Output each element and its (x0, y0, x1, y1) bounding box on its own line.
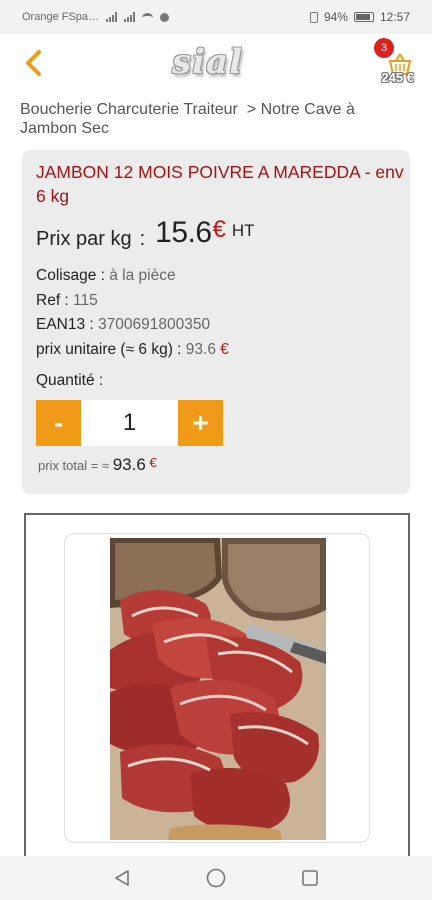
product-title: JAMBON 12 MOIS POIVRE A MAREDDA - env 6 … (36, 162, 404, 206)
unit-price-label: prix unitaire (≈ 6 kg) : (36, 340, 182, 358)
cart-button[interactable]: 3 245 € (368, 38, 414, 90)
detail-label: Ref : (36, 291, 69, 309)
cart-total: 245 € (381, 70, 414, 85)
breadcrumb-item-category[interactable]: Boucherie Charcuterie Traiteur (20, 101, 238, 118)
price-colon: : (139, 228, 146, 250)
vibrate-icon (309, 11, 318, 23)
signal-icon (106, 12, 118, 22)
system-nav-bar (0, 856, 432, 900)
price-currency: € (212, 216, 226, 243)
increment-button[interactable]: + (178, 400, 223, 446)
detail-label: Colisage : (36, 267, 105, 284)
detail-value: 115 (73, 291, 98, 309)
nav-recent-button[interactable] (298, 866, 322, 890)
clock: 12:57 (379, 10, 410, 24)
triangle-back-icon (115, 870, 129, 886)
breadcrumb: Boucherie Charcuterie Traiteur > Notre C… (20, 100, 415, 138)
total-currency: € (149, 455, 157, 470)
wifi-icon (142, 12, 154, 22)
product-screen: Orange FSpa… 94% 12:57 sial 3 245 € Bouc… (0, 0, 432, 900)
quantity-label: Quantité : (36, 372, 104, 389)
price-suffix: HT (231, 221, 255, 240)
status-right: 94% 12:57 (309, 10, 410, 24)
product-photo (110, 538, 326, 840)
detail-ean13: EAN13 : 3700691800350 (36, 313, 229, 338)
quantity-stepper: - + (36, 400, 223, 446)
product-image-frame (24, 513, 410, 858)
signal-2-icon (124, 12, 136, 22)
total-label: prix total = ≈ (38, 458, 110, 473)
total-value: 93.6 (112, 455, 146, 474)
detail-value: 3700691800350 (98, 316, 211, 333)
nav-back-button[interactable] (110, 866, 134, 890)
detail-colisage: Colisage : à la pièce (36, 264, 229, 289)
detail-value: à la pièce (109, 267, 176, 284)
notification-icon (160, 12, 170, 22)
breadcrumb-separator: > (246, 101, 257, 118)
price-label: Prix par kg (36, 228, 132, 250)
product-details: Colisage : à la pièce Ref : 115 EAN13 : … (36, 264, 229, 362)
nav-home-button[interactable] (204, 866, 228, 890)
status-bar: Orange FSpa… 94% 12:57 (0, 0, 432, 34)
product-card: JAMBON 12 MOIS POIVRE A MAREDDA - env 6 … (22, 150, 410, 494)
app-header: sial 3 245 € (0, 34, 432, 92)
detail-ref: Ref : 115 (36, 289, 229, 314)
back-button[interactable] (18, 46, 48, 80)
square-recent-icon (302, 870, 318, 886)
battery-icon (353, 12, 374, 22)
detail-unit-price: prix unitaire (≈ 6 kg) : 93.6 € (36, 338, 229, 363)
total-price: prix total = ≈ 93.6 € (38, 455, 157, 475)
chevron-left-icon (26, 50, 41, 76)
price-row: Prix par kg : 15.6 € HT (36, 216, 255, 251)
product-image-card[interactable] (64, 533, 370, 843)
unit-price-value: 93.6 (185, 340, 216, 358)
brand-logo: sial (172, 42, 244, 82)
status-left: Orange FSpa… (22, 11, 170, 23)
carrier-label: Orange FSpa… (22, 11, 100, 23)
battery-fill (355, 14, 371, 20)
circle-home-icon (206, 868, 226, 888)
decrement-button[interactable]: - (36, 400, 81, 446)
price-value: 15.6 (155, 216, 212, 249)
quantity-input[interactable] (81, 400, 178, 446)
detail-label: EAN13 : (36, 316, 94, 333)
unit-price-currency: € (220, 340, 229, 358)
battery-percent: 94% (323, 10, 348, 24)
